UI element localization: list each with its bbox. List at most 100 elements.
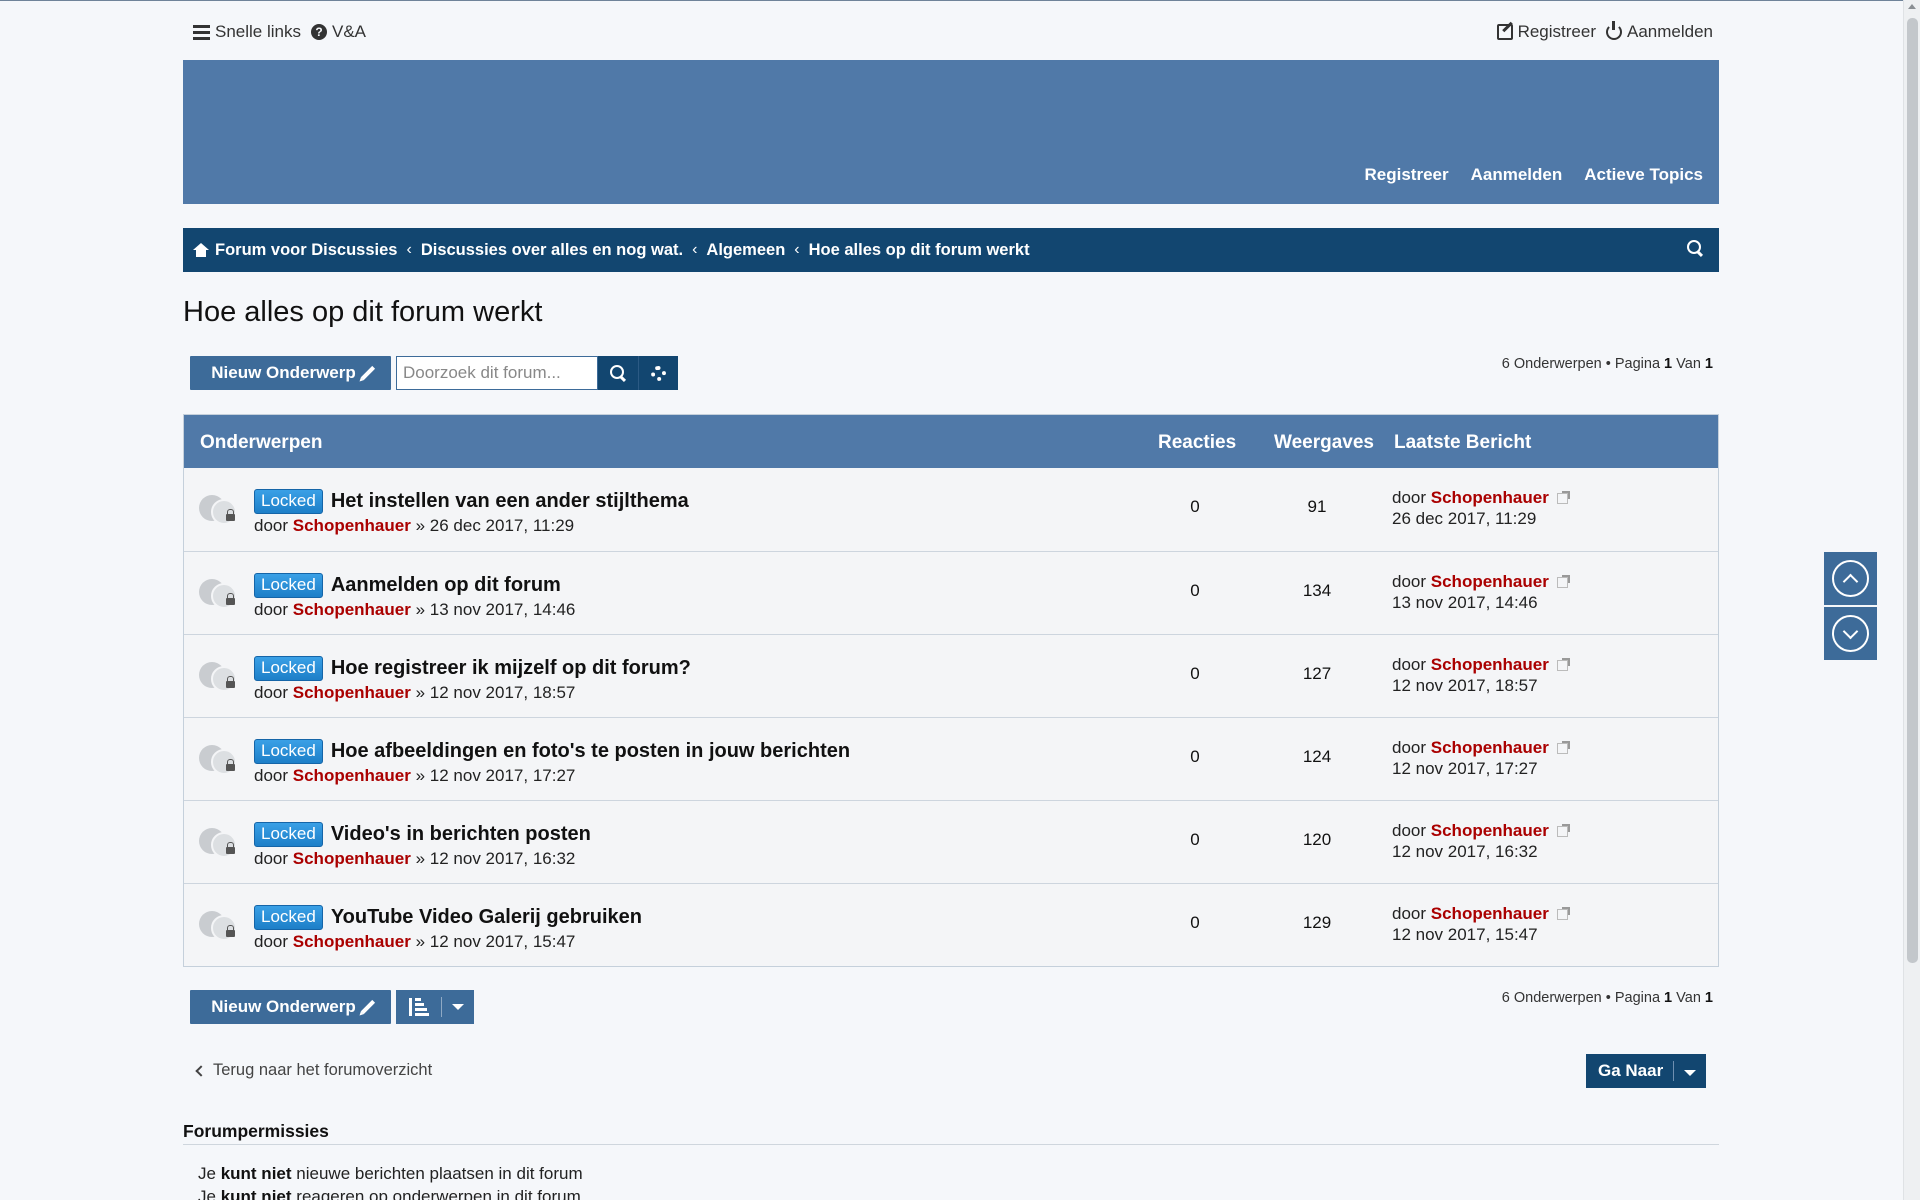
table-row[interactable]: Locked YouTube Video Galerij gebruiken doo… — [184, 883, 1718, 966]
goto-last-post-icon[interactable] — [1556, 658, 1570, 671]
breadcrumb-home[interactable]: Forum voor Discussies — [193, 241, 397, 260]
pagination-total: 1 — [1704, 990, 1713, 1006]
topic-meta: door Schopenhauer » 13 nov 2017, 14:46 — [254, 600, 575, 620]
header-replies: Reacties — [1158, 432, 1237, 453]
divider — [183, 1144, 1719, 1145]
quick-links-label: Snelle links — [215, 22, 301, 41]
last-post-author-link[interactable]: Schopenhauer — [1431, 655, 1549, 674]
permission-pre: Je — [198, 1164, 216, 1183]
forum-search-button[interactable] — [598, 356, 638, 390]
last-post-date: 13 nov 2017, 14:46 — [1392, 593, 1538, 612]
last-post-author-link[interactable]: Schopenhauer — [1431, 738, 1549, 757]
by-label: door — [254, 600, 289, 619]
topic-title-link[interactable]: Video's in berichten posten — [331, 823, 591, 846]
last-post: door Schopenhauer 12 nov 2017, 18:57 — [1392, 654, 1570, 696]
breadcrumb-category[interactable]: Discussies over alles en nog wat. — [421, 241, 683, 260]
topic-title-link[interactable]: Hoe registreer ik mijzelf op dit forum? — [331, 657, 691, 680]
chevron-up-icon — [1842, 573, 1859, 589]
by-label: door — [1392, 572, 1427, 591]
goto-last-post-icon[interactable] — [1556, 741, 1570, 754]
question-icon: ? — [311, 24, 327, 40]
goto-last-post-icon[interactable] — [1556, 824, 1570, 837]
table-row[interactable]: Locked Video's in berichten posten door Sc… — [184, 800, 1718, 883]
by-label: door — [254, 766, 289, 785]
views-count: 127 — [1302, 664, 1332, 683]
header-views: Weergaves — [1274, 432, 1374, 453]
locked-topic-icon — [199, 660, 239, 696]
by-label: door — [1392, 488, 1427, 507]
quick-links-menu[interactable]: Snelle links — [193, 22, 301, 42]
chevron-down-icon — [1684, 1069, 1696, 1076]
topic-title-link[interactable]: Hoe afbeeldingen en foto's te posten in … — [331, 740, 850, 763]
locked-badge: Locked — [254, 489, 323, 514]
breadcrumb-subforum[interactable]: Algemeen — [706, 241, 785, 260]
topic-title-link[interactable]: Het instellen van een ander stijlthema — [331, 490, 689, 513]
meta-separator: » — [415, 766, 426, 785]
power-icon — [1605, 21, 1622, 40]
advanced-search-button[interactable] — [638, 356, 678, 390]
author-link[interactable]: Schopenhauer — [293, 516, 411, 535]
table-row[interactable]: Locked Het instellen van een ander stijlt… — [184, 468, 1718, 551]
scrollbar-thumb[interactable] — [1907, 18, 1918, 963]
locked-topic-icon — [199, 826, 239, 862]
jump-to-button[interactable]: Ga Naar — [1586, 1054, 1706, 1088]
topic-title-link[interactable]: Aanmelden op dit forum — [331, 574, 561, 597]
new-topic-label: Nieuw Onderwerp — [211, 363, 356, 382]
locked-topic-icon — [199, 909, 239, 945]
home-icon — [193, 243, 209, 257]
replies-count: 0 — [1190, 497, 1200, 516]
last-post-author-link[interactable]: Schopenhauer — [1431, 821, 1549, 840]
register-link[interactable]: Registreer — [1496, 22, 1596, 42]
scroll-arrow-up-icon[interactable] — [1908, 4, 1916, 9]
breadcrumb-current[interactable]: Hoe alles op dit forum werkt — [809, 241, 1030, 260]
banner-login-link[interactable]: Aanmelden — [1471, 165, 1563, 185]
permission-line: Je kunt niet nieuwe berichten plaatsen i… — [198, 1164, 583, 1184]
new-topic-button[interactable]: Nieuw Onderwerp — [190, 356, 391, 390]
table-row[interactable]: Locked Hoe afbeeldingen en foto's te post… — [184, 717, 1718, 800]
banner-active-topics-link[interactable]: Actieve Topics — [1584, 165, 1703, 185]
permission-bold: kunt niet — [220, 1187, 292, 1200]
banner-register-link[interactable]: Registreer — [1365, 165, 1449, 185]
author-link[interactable]: Schopenhauer — [293, 766, 411, 785]
page-title[interactable]: Hoe alles op dit forum werkt — [183, 296, 542, 329]
lock-icon — [226, 676, 235, 688]
topic-meta: door Schopenhauer » 26 dec 2017, 11:29 — [254, 516, 574, 536]
goto-last-post-icon[interactable] — [1556, 575, 1570, 588]
locked-badge: Locked — [254, 822, 323, 847]
pagination-count: 6 Onderwerpen • Pagina — [1501, 356, 1661, 372]
new-topic-button[interactable]: Nieuw Onderwerp — [190, 990, 391, 1024]
table-row[interactable]: Locked Hoe registreer ik mijzelf op dit f… — [184, 634, 1718, 717]
pagination-of: Van — [1676, 356, 1701, 372]
last-post-author-link[interactable]: Schopenhauer — [1431, 904, 1549, 923]
last-post-author-link[interactable]: Schopenhauer — [1431, 572, 1549, 591]
breadcrumb-separator: ‹ — [794, 241, 800, 258]
topics-table-header: Onderwerpen Reacties Weergaves Laatste B… — [184, 415, 1718, 468]
sort-options-button[interactable] — [396, 990, 474, 1024]
action-bar-bottom: Nieuw Onderwerp 6 Onderwerpen • Pagina 1… — [190, 990, 1713, 1024]
topic-title-line: Locked Hoe registreer ik mijzelf op dit f… — [254, 656, 691, 681]
topic-title-link[interactable]: YouTube Video Galerij gebruiken — [331, 906, 642, 929]
author-link[interactable]: Schopenhauer — [293, 849, 411, 868]
page-scrollbar[interactable] — [1903, 0, 1920, 1200]
by-label: door — [1392, 655, 1427, 674]
last-post-author-link[interactable]: Schopenhauer — [1431, 488, 1549, 507]
goto-last-post-icon[interactable] — [1556, 491, 1570, 504]
back-to-index-link[interactable]: Terug naar het forumoverzicht — [195, 1061, 432, 1080]
views-count: 134 — [1302, 581, 1332, 600]
scroll-up-button[interactable] — [1824, 552, 1877, 605]
lock-icon — [226, 925, 235, 937]
forum-search-input[interactable] — [396, 356, 598, 390]
login-link[interactable]: Aanmelden — [1605, 21, 1713, 42]
pencil-icon — [360, 999, 375, 1015]
header-search-button[interactable] — [1687, 240, 1707, 260]
permission-bold: kunt niet — [220, 1164, 292, 1183]
table-row[interactable]: Locked Aanmelden op dit forum door Schopen… — [184, 551, 1718, 634]
author-link[interactable]: Schopenhauer — [293, 932, 411, 951]
author-link[interactable]: Schopenhauer — [293, 600, 411, 619]
meta-separator: » — [415, 600, 426, 619]
pagination-current: 1 — [1664, 990, 1673, 1006]
scroll-down-button[interactable] — [1824, 607, 1877, 660]
goto-last-post-icon[interactable] — [1556, 907, 1570, 920]
author-link[interactable]: Schopenhauer — [293, 683, 411, 702]
faq-link[interactable]: ? V&A — [311, 22, 366, 42]
